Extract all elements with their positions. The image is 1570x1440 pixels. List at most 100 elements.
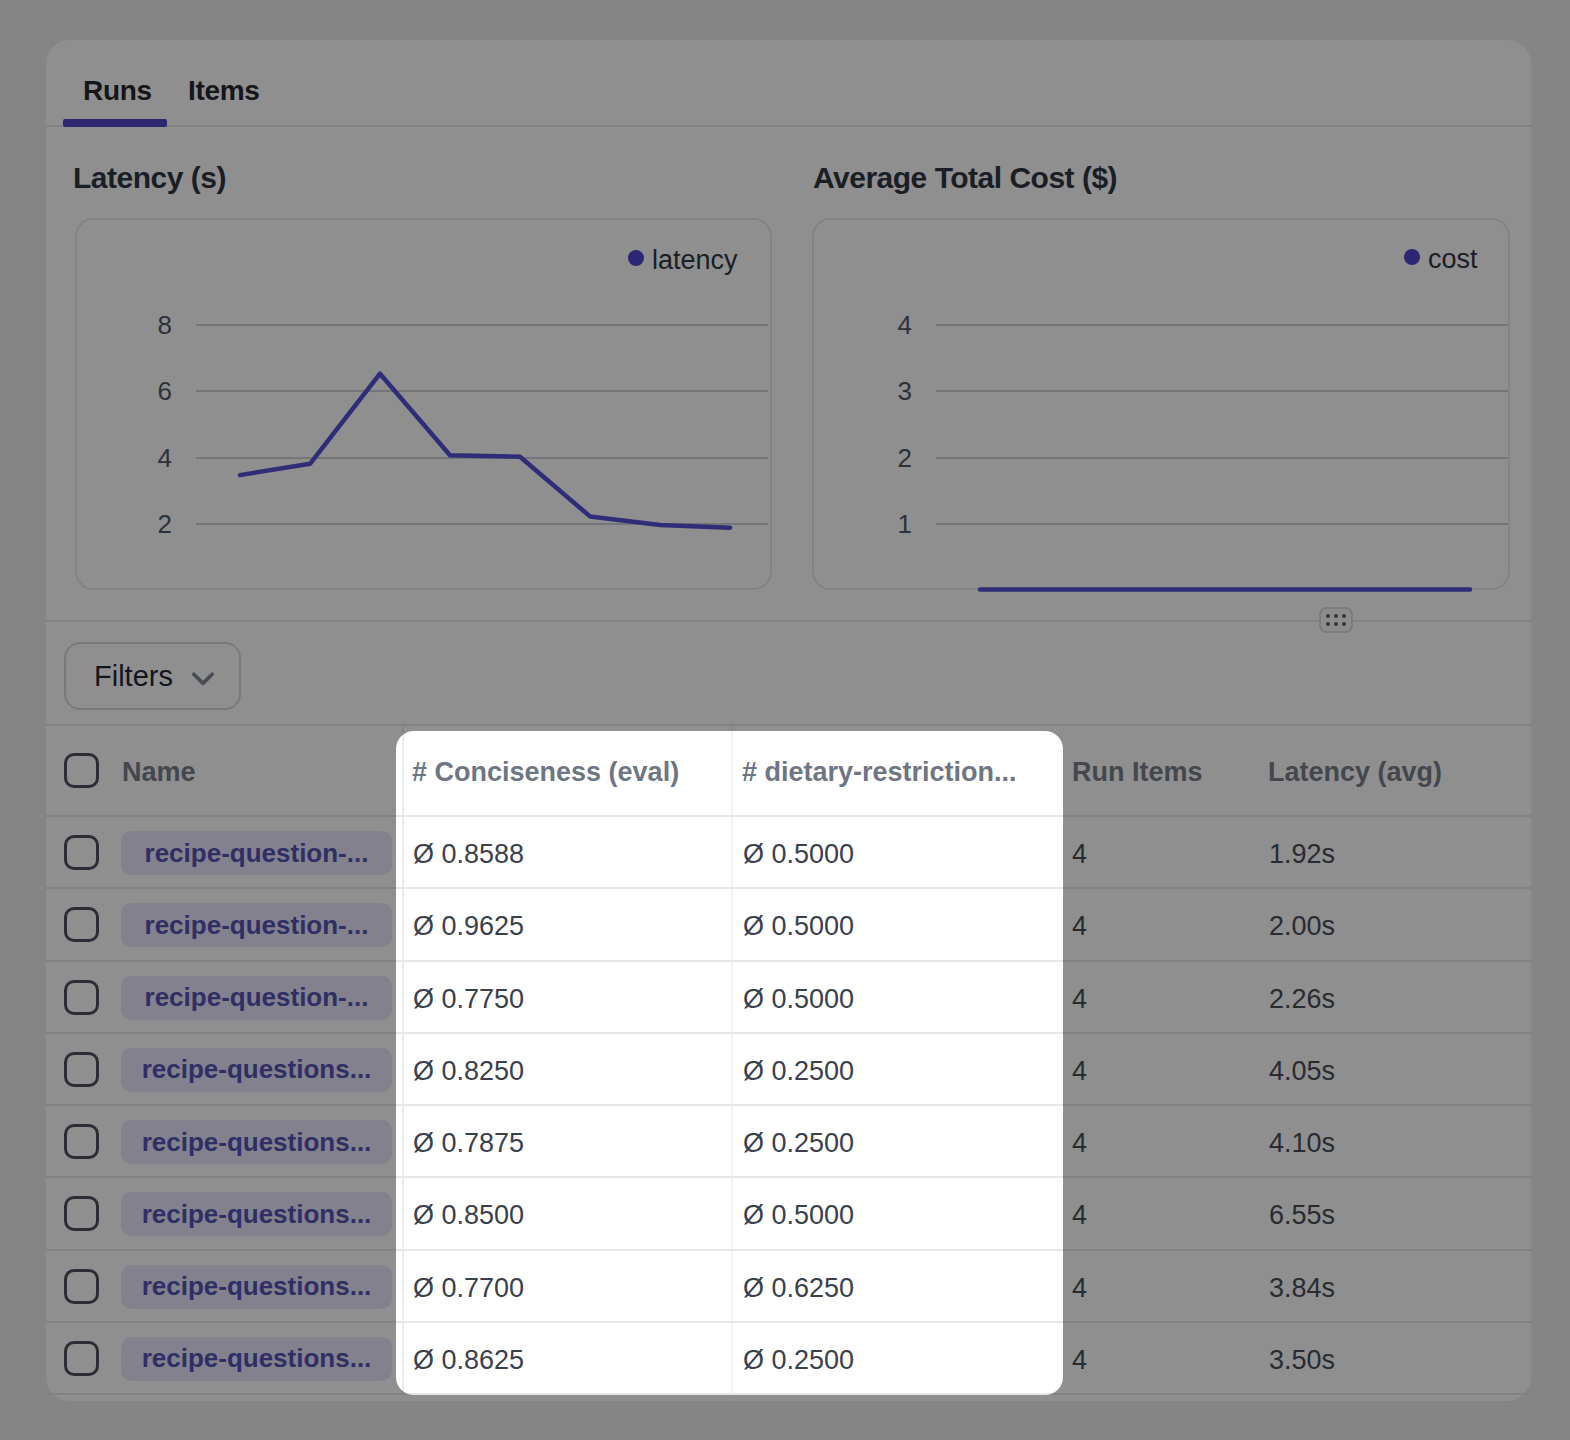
y-tick: 4	[860, 309, 912, 341]
row-checkbox[interactable]	[64, 835, 99, 870]
dietary-value: Ø 0.5000	[743, 983, 854, 1015]
dietary-value: Ø 0.5000	[743, 838, 854, 870]
dietary-value: Ø 0.5000	[743, 910, 854, 942]
run-items-value: 4	[1072, 910, 1087, 942]
y-tick: 3	[860, 375, 912, 407]
cost-chart	[812, 218, 1510, 590]
dietary-value: Ø 0.5000	[743, 1199, 854, 1231]
dietary-value: Ø 0.2500	[743, 1127, 854, 1159]
gridline	[196, 457, 768, 459]
table-row[interactable]: recipe-question-... Ø 0.7750 Ø 0.5000 4 …	[46, 962, 1531, 1034]
run-name: recipe-questions...	[142, 1054, 372, 1085]
conciseness-value: Ø 0.8625	[413, 1344, 524, 1376]
y-tick: 8	[120, 309, 172, 341]
y-tick: 6	[120, 375, 172, 407]
table-row[interactable]: recipe-question-... Ø 0.8588 Ø 0.5000 4 …	[46, 817, 1531, 889]
run-items-value: 4	[1072, 838, 1087, 870]
conciseness-value: Ø 0.7875	[413, 1127, 524, 1159]
conciseness-value: Ø 0.7700	[413, 1272, 524, 1304]
y-tick: 4	[120, 442, 172, 474]
gridline	[196, 390, 768, 392]
table-row[interactable]: recipe-questions... Ø 0.7700 Ø 0.6250 4 …	[46, 1251, 1531, 1323]
run-items-value: 4	[1072, 1272, 1087, 1304]
table-header-row: Name # Conciseness (eval) # dietary-rest…	[46, 726, 1531, 817]
tabbar-divider	[46, 125, 1531, 127]
run-name-badge[interactable]: recipe-questions...	[121, 1120, 392, 1164]
dietary-value: Ø 0.2500	[743, 1344, 854, 1376]
latency-value: 1.92s	[1269, 838, 1335, 870]
select-all-checkbox[interactable]	[64, 753, 99, 788]
run-name: recipe-questions...	[142, 1271, 372, 1302]
tab-runs[interactable]: Runs	[83, 74, 152, 108]
row-checkbox[interactable]	[64, 1124, 99, 1159]
cost-legend-dot	[1404, 249, 1420, 265]
conciseness-value: Ø 0.8500	[413, 1199, 524, 1231]
latency-value: 3.50s	[1269, 1344, 1335, 1376]
gridline	[936, 390, 1508, 392]
latency-value: 4.10s	[1269, 1127, 1335, 1159]
column-header-dietary[interactable]: # dietary-restriction...	[742, 756, 1017, 788]
conciseness-value: Ø 0.9625	[413, 910, 524, 942]
column-header-run-items[interactable]: Run Items	[1072, 756, 1203, 788]
column-header-conciseness[interactable]: # Conciseness (eval)	[412, 756, 679, 788]
column-header-latency[interactable]: Latency (avg)	[1268, 756, 1442, 788]
chevron-down-icon	[184, 659, 222, 697]
conciseness-value: Ø 0.8588	[413, 838, 524, 870]
row-checkbox[interactable]	[64, 1341, 99, 1376]
gridline	[196, 523, 768, 525]
run-items-value: 4	[1072, 1055, 1087, 1087]
active-tab-underline	[63, 119, 167, 127]
run-name-badge[interactable]: recipe-question-...	[121, 831, 392, 875]
gridline	[196, 324, 768, 326]
row-checkbox[interactable]	[64, 1052, 99, 1087]
row-checkbox[interactable]	[64, 1269, 99, 1304]
dietary-value: Ø 0.6250	[743, 1272, 854, 1304]
run-items-value: 4	[1072, 1344, 1087, 1376]
gridline	[936, 457, 1508, 459]
y-tick: 2	[860, 442, 912, 474]
table-row[interactable]: recipe-question-... Ø 0.9625 Ø 0.5000 4 …	[46, 889, 1531, 961]
section-divider	[46, 620, 1531, 622]
latency-value: 3.84s	[1269, 1272, 1335, 1304]
column-header-name[interactable]: Name	[122, 756, 196, 788]
cost-chart-title: Average Total Cost ($)	[813, 161, 1117, 195]
filters-button-label: Filters	[94, 658, 173, 694]
dietary-value: Ø 0.2500	[743, 1055, 854, 1087]
y-tick: 1	[860, 508, 912, 540]
gridline	[936, 324, 1508, 326]
table-row[interactable]: recipe-questions... Ø 0.8250 Ø 0.2500 4 …	[46, 1034, 1531, 1106]
gridline	[936, 523, 1508, 525]
cost-legend-label: cost	[1428, 243, 1478, 275]
run-name: recipe-question-...	[145, 982, 369, 1013]
run-name: recipe-questions...	[142, 1343, 372, 1374]
table-row[interactable]: recipe-questions... Ø 0.8625 Ø 0.2500 4 …	[46, 1323, 1531, 1395]
run-name-badge[interactable]: recipe-question-...	[121, 976, 392, 1020]
row-checkbox[interactable]	[64, 980, 99, 1015]
run-items-value: 4	[1072, 983, 1087, 1015]
row-checkbox[interactable]	[64, 907, 99, 942]
drag-handle-icon	[1326, 614, 1346, 626]
y-tick: 2	[120, 508, 172, 540]
latency-value: 6.55s	[1269, 1199, 1335, 1231]
table-row[interactable]: recipe-questions... Ø 0.8500 Ø 0.5000 4 …	[46, 1178, 1531, 1250]
conciseness-value: Ø 0.7750	[413, 983, 524, 1015]
run-name-badge[interactable]: recipe-question-...	[121, 903, 392, 947]
run-name-badge[interactable]: recipe-questions...	[121, 1192, 392, 1236]
run-name-badge[interactable]: recipe-questions...	[121, 1337, 392, 1381]
run-name-badge[interactable]: recipe-questions...	[121, 1048, 392, 1092]
latency-chart-title: Latency (s)	[73, 161, 226, 195]
run-name: recipe-questions...	[142, 1127, 372, 1158]
tab-items[interactable]: Items	[188, 74, 260, 108]
conciseness-value: Ø 0.8250	[413, 1055, 524, 1087]
row-checkbox[interactable]	[64, 1196, 99, 1231]
latency-value: 4.05s	[1269, 1055, 1335, 1087]
run-name: recipe-question-...	[145, 910, 369, 941]
run-name-badge[interactable]: recipe-questions...	[121, 1265, 392, 1309]
latency-value: 2.26s	[1269, 983, 1335, 1015]
run-items-value: 4	[1072, 1127, 1087, 1159]
run-items-value: 4	[1072, 1199, 1087, 1231]
latency-value: 2.00s	[1269, 910, 1335, 942]
run-name: recipe-questions...	[142, 1199, 372, 1230]
table-row[interactable]: recipe-questions... Ø 0.7875 Ø 0.2500 4 …	[46, 1106, 1531, 1178]
drag-handle[interactable]	[1319, 607, 1353, 633]
